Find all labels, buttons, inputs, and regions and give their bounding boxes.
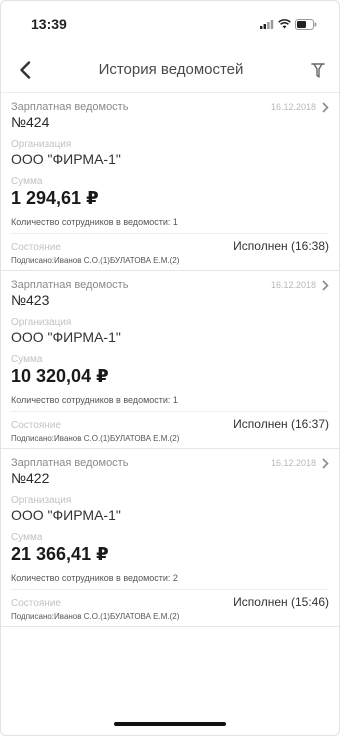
signed-by: Подписано:Иванов С.О.(1)БУЛАТОВА Е.М.(2) — [11, 612, 180, 621]
statement-card[interactable]: Зарплатная ведомость 16.12.2018 №423 Орг… — [1, 271, 339, 449]
organization-label: Организация — [11, 139, 72, 150]
organization-name: ООО "ФИРМА-1" — [11, 507, 121, 523]
signed-by: Подписано:Иванов С.О.(1)БУЛАТОВА Е.М.(2) — [11, 256, 180, 265]
state-label: Состояние — [11, 598, 61, 609]
statement-type: Зарплатная ведомость — [11, 457, 129, 469]
statement-amount: 21 366,41 ₽ — [11, 544, 109, 564]
statement-amount: 1 294,61 ₽ — [11, 188, 99, 208]
state-value: Исполнен (16:38) — [233, 239, 329, 253]
statement-number: №423 — [11, 292, 50, 308]
organization-label: Организация — [11, 495, 72, 506]
sum-label: Сумма — [11, 176, 43, 187]
state-label: Состояние — [11, 242, 61, 253]
sum-label: Сумма — [11, 532, 43, 543]
statement-number: №424 — [11, 114, 50, 130]
filter-icon[interactable] — [311, 62, 325, 78]
page-title: История ведомостей — [98, 61, 244, 78]
signal-icon — [260, 20, 274, 29]
home-indicator[interactable] — [114, 722, 226, 726]
statement-list: Зарплатная ведомость 16.12.2018 №424 Орг… — [1, 93, 339, 627]
organization-label: Организация — [11, 317, 72, 328]
employee-count: Количество сотрудников в ведомости: 2 — [11, 565, 329, 590]
employee-count: Количество сотрудников в ведомости: 1 — [11, 209, 329, 234]
state-value: Исполнен (15:46) — [233, 595, 329, 609]
organization-name: ООО "ФИРМА-1" — [11, 151, 121, 167]
battery-icon — [295, 18, 317, 30]
sum-label: Сумма — [11, 354, 43, 365]
employee-count: Количество сотрудников в ведомости: 1 — [11, 387, 329, 412]
back-chevron-icon[interactable] — [19, 60, 31, 79]
statement-date: 16.12.2018 — [270, 458, 316, 468]
organization-name: ООО "ФИРМА-1" — [11, 329, 121, 345]
status-icons — [260, 18, 317, 30]
statement-date: 16.12.2018 — [270, 280, 316, 290]
state-value: Исполнен (16:37) — [233, 417, 329, 431]
phone-screen: 13:39 История ведомостей Зарплатная ведо… — [0, 0, 340, 736]
chevron-right-icon — [322, 279, 329, 291]
nav-bar: История ведомостей — [1, 47, 339, 93]
statement-date: 16.12.2018 — [270, 102, 316, 112]
chevron-right-icon — [322, 101, 329, 113]
wifi-icon — [278, 19, 291, 29]
statement-amount: 10 320,04 ₽ — [11, 366, 109, 386]
chevron-right-icon — [322, 457, 329, 469]
status-bar: 13:39 — [1, 1, 339, 47]
status-time: 13:39 — [31, 16, 67, 32]
statement-type: Зарплатная ведомость — [11, 101, 129, 113]
statement-type: Зарплатная ведомость — [11, 279, 129, 291]
statement-card[interactable]: Зарплатная ведомость 16.12.2018 №422 Орг… — [1, 449, 339, 627]
signed-by: Подписано:Иванов С.О.(1)БУЛАТОВА Е.М.(2) — [11, 434, 180, 443]
statement-card[interactable]: Зарплатная ведомость 16.12.2018 №424 Орг… — [1, 93, 339, 271]
state-label: Состояние — [11, 420, 61, 431]
statement-number: №422 — [11, 470, 50, 486]
